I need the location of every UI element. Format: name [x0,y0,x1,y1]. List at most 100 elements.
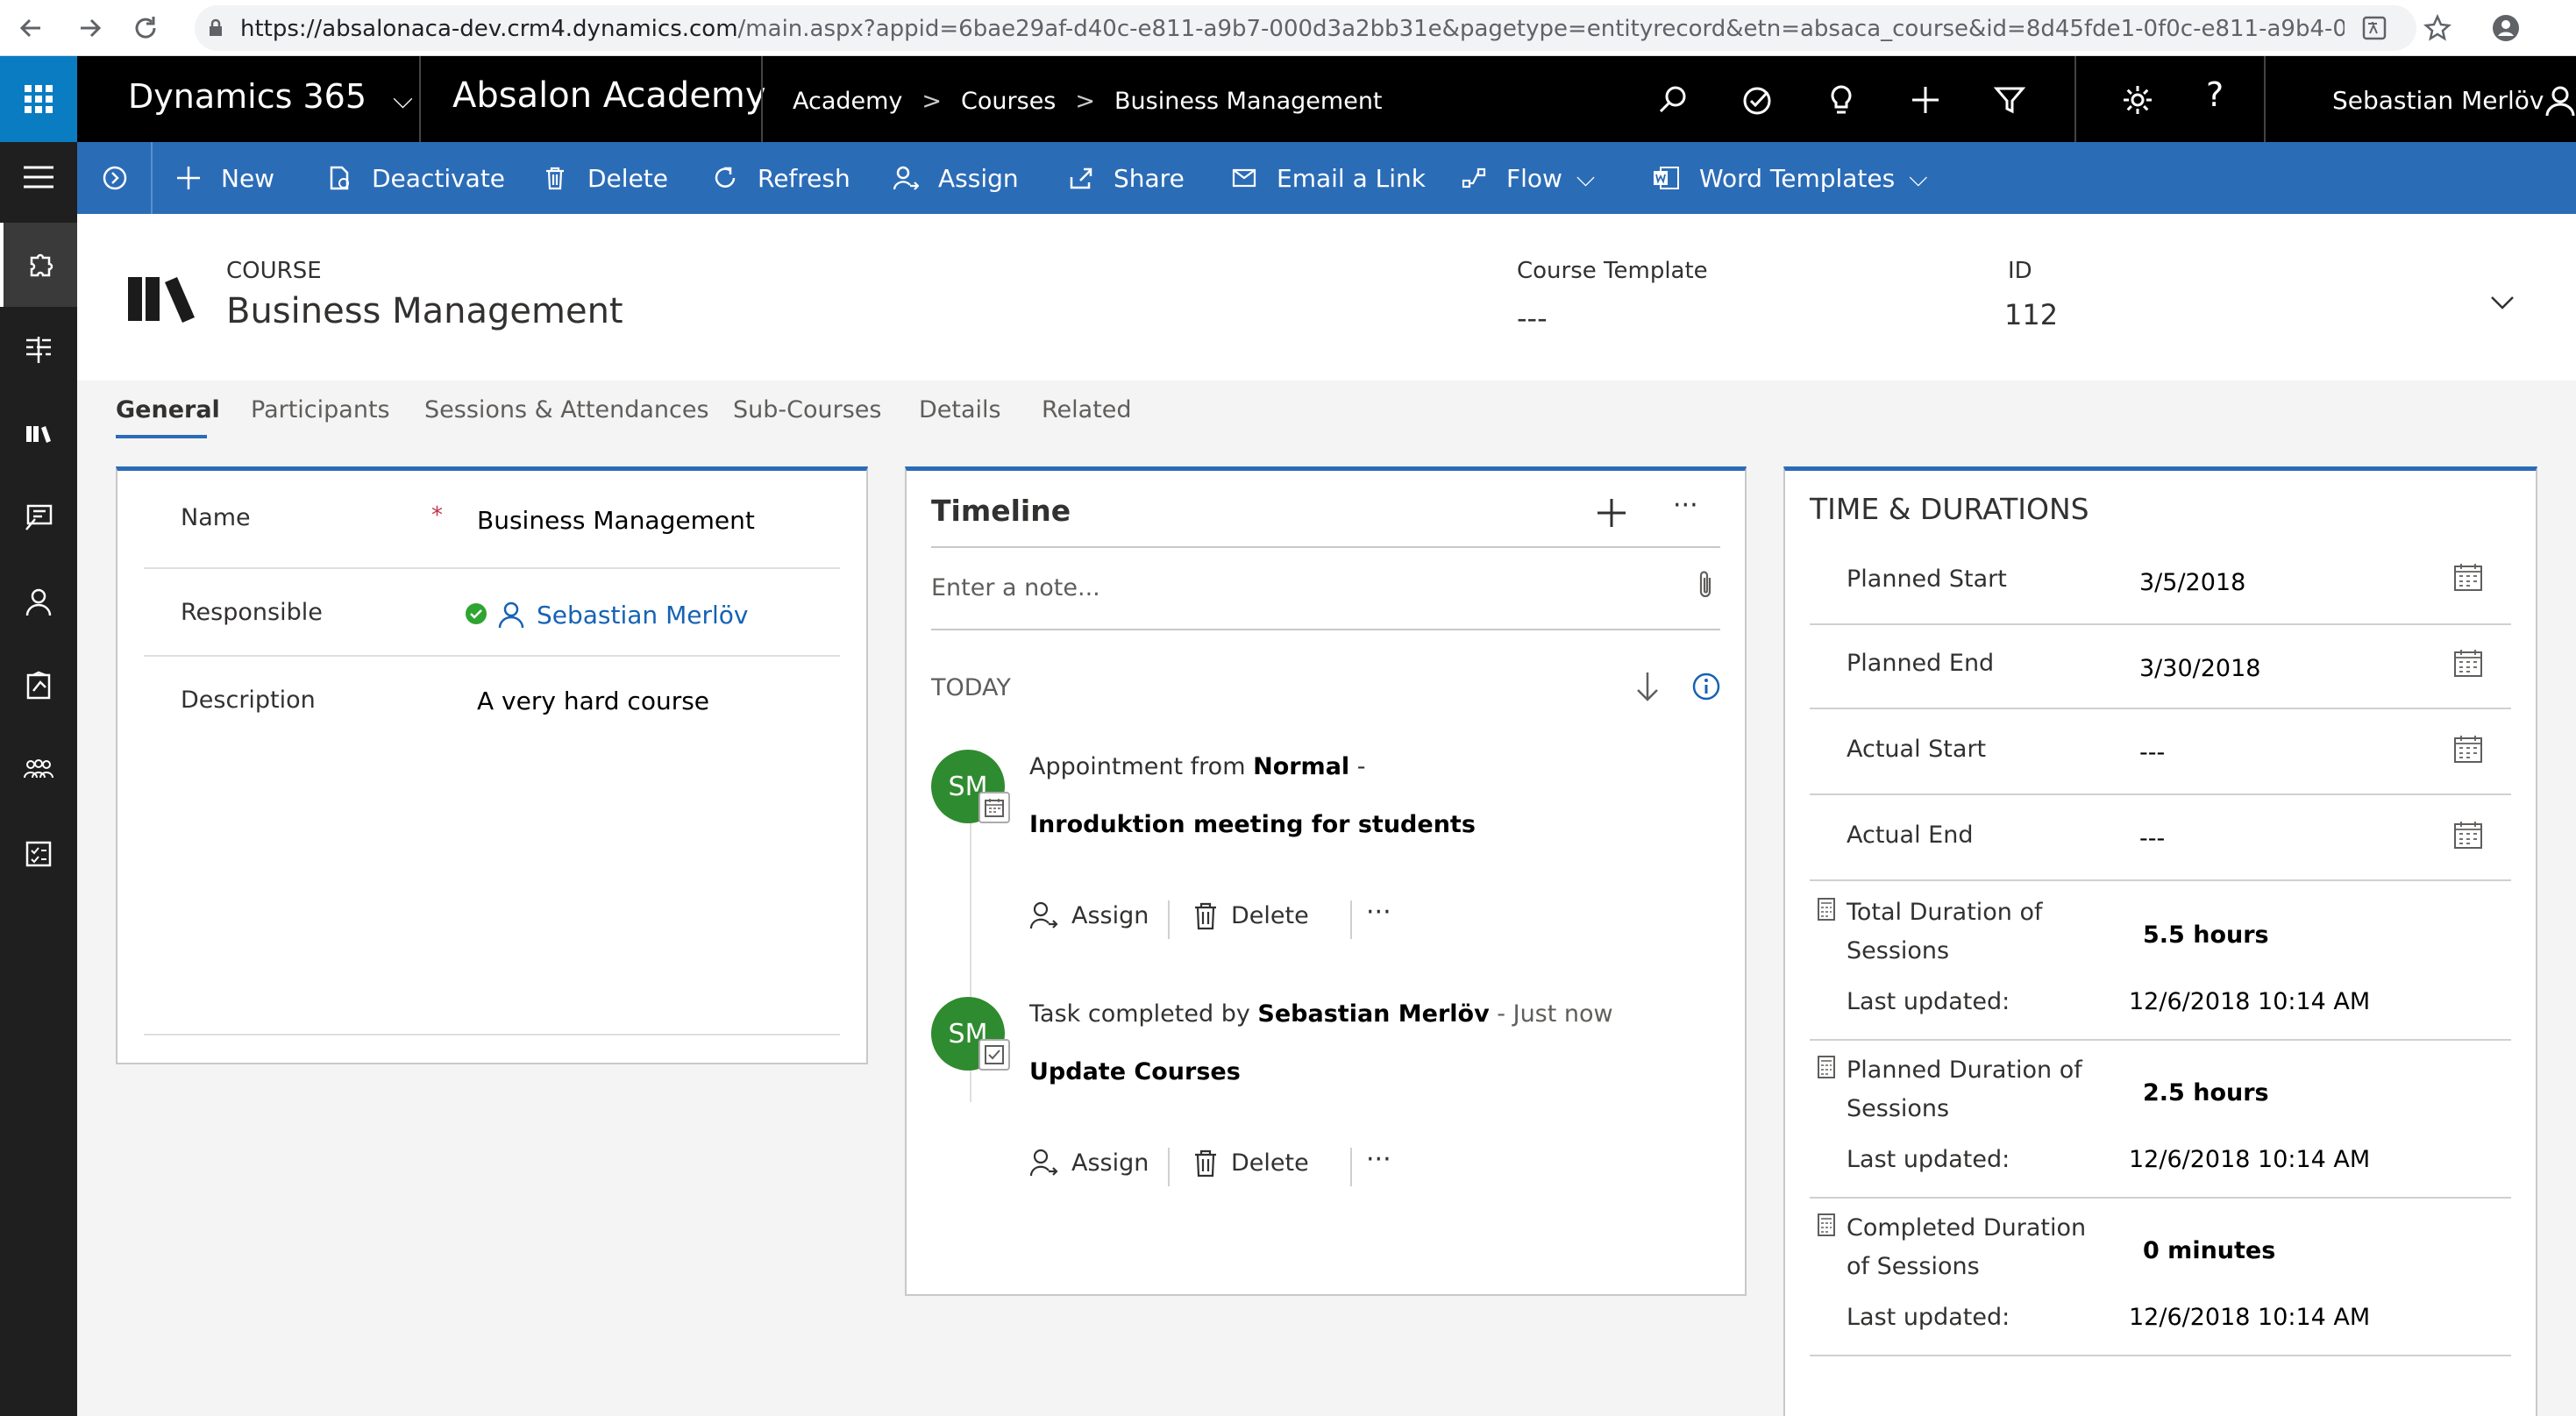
name-label: Name [181,504,251,531]
divider [1810,1355,2511,1356]
new-button[interactable]: New [175,142,274,214]
share-icon [1070,167,1092,189]
id-value: 112 [2004,298,2059,331]
assign-person-icon [893,166,919,190]
flow-button[interactable]: Flow ⌵ [1461,142,1595,214]
search-icon[interactable] [1655,82,1690,117]
star-icon[interactable] [2422,12,2453,44]
app-name[interactable]: Absalon Academy [452,75,766,116]
attachment-paperclip-icon[interactable] [1696,569,1715,601]
trash-icon [1195,902,1216,930]
assign-button[interactable]: Assign [893,142,1019,214]
activity-delete-button[interactable]: Delete [1192,1148,1309,1178]
name-value[interactable]: Business Management [477,506,755,535]
tab-details[interactable]: Details [919,396,1001,423]
reload-icon[interactable] [130,12,161,44]
lock-icon [210,18,222,36]
profile-icon[interactable] [2490,12,2522,44]
back-icon[interactable] [16,12,47,44]
rail-item-groups[interactable] [0,728,77,812]
tab-sessions-attendances[interactable]: Sessions & Attendances [424,396,709,423]
calendar-icon[interactable] [2453,648,2483,678]
planned-end-value[interactable]: 3/30/2018 [2139,655,2260,682]
delete-button[interactable]: Delete [542,142,668,214]
add-activity-plus-icon[interactable] [1596,497,1627,529]
left-rail [0,142,77,1416]
address-bar[interactable]: https://absalonaca-dev.crm4.dynamics.com… [195,5,2416,51]
description-value[interactable]: A very hard course [477,687,709,715]
breadcrumb-academy[interactable]: Academy [793,88,902,115]
deactivate-button[interactable]: Deactivate [326,142,505,214]
activity-more-button[interactable]: ··· [1348,1144,1391,1175]
note-input[interactable]: Enter a note... [931,574,1100,601]
app-navbar: Dynamics 365 ⌵ Absalon Academy Academy >… [0,56,2576,142]
lightbulb-icon[interactable] [1824,82,1859,117]
tab-general[interactable]: General [116,396,220,423]
forward-icon[interactable] [74,12,105,44]
calendar-icon[interactable] [2453,734,2483,764]
dynamics-brand[interactable]: Dynamics 365 ⌵ [128,77,413,116]
rail-item-courses[interactable] [0,391,77,475]
actual-start-value[interactable]: --- [2139,739,2165,766]
word-templates-button[interactable]: Word Templates ⌵ [1652,142,1927,214]
responsible-user-link[interactable]: Sebastian Merlöv [537,601,748,630]
calendar-icon[interactable] [2453,562,2483,592]
app-launcher-button[interactable] [0,56,77,142]
rail-item-documents[interactable] [0,644,77,728]
tab-sub-courses[interactable]: Sub-Courses [733,396,881,423]
course-template-value[interactable]: --- [1517,302,1548,335]
rail-item-contacts[interactable] [0,559,77,644]
rail-hamburger[interactable] [0,142,77,212]
expand-command-button[interactable] [102,142,147,214]
activity-subject[interactable]: Inroduktion meeting for students [1029,811,1476,838]
plus-icon[interactable] [1908,82,1943,117]
translate-icon[interactable] [2359,12,2390,44]
divider [1168,900,1170,939]
general-section: Name * Business Management Responsible S… [116,466,868,1064]
activity-more-button[interactable]: ··· [1348,897,1391,928]
settings-gear-icon[interactable] [2120,82,2155,117]
sort-down-arrow-icon[interactable] [1634,671,1661,702]
help-icon[interactable]: ? [2206,75,2241,114]
active-tab-indicator [116,435,207,438]
tab-participants[interactable]: Participants [251,396,390,423]
activity-delete-button[interactable]: Delete [1192,900,1309,930]
rail-item-sessions[interactable] [0,307,77,391]
email-link-button[interactable]: Email a Link [1231,142,1426,214]
info-icon[interactable] [1692,672,1720,701]
description-label: Description [181,687,316,714]
activity-header: Appointment from Normal - [1029,753,1366,780]
books-icon [26,426,51,443]
divider [151,142,153,214]
rail-item-checklist[interactable] [0,812,77,896]
planned-duration-value: 2.5 hours [2143,1079,2269,1106]
actual-end-value[interactable]: --- [2139,825,2165,852]
planned-end-label: Planned End [1847,650,1995,677]
user-name[interactable]: Sebastian Merlöv [2332,86,2544,115]
breadcrumb-courses[interactable]: Courses [961,88,1056,115]
activity-subject[interactable]: Update Courses [1029,1058,1241,1085]
rail-item-settings[interactable] [0,223,77,307]
planned-start-label: Planned Start [1847,566,2007,593]
activity-assign-button[interactable]: Assign [1029,900,1149,930]
planned-start-value[interactable]: 3/5/2018 [2139,569,2245,596]
user-avatar-icon[interactable] [2543,82,2576,117]
breadcrumb: Academy > Courses > Business Management [793,88,1383,115]
filter-icon[interactable] [1992,82,2027,117]
activity-assign-button[interactable]: Assign [1029,1148,1149,1178]
chevron-right-icon: > [922,88,943,115]
timeline-more-button[interactable]: ··· [1673,490,1698,521]
task-check-icon[interactable] [1740,82,1775,117]
planned-duration-label-line2: Sessions [1847,1095,1950,1122]
divider [1168,1148,1170,1186]
share-button[interactable]: Share [1068,142,1185,214]
header-expand-chevron-icon[interactable] [2490,295,2515,310]
calendar-icon[interactable] [2453,820,2483,850]
divider [1810,793,2511,795]
rail-item-presentations[interactable] [0,475,77,559]
calendar-appointment-icon [978,792,1010,823]
tab-related[interactable]: Related [1042,396,1132,423]
course-template-label: Course Template [1517,258,1708,284]
refresh-button[interactable]: Refresh [712,142,850,214]
total-duration-value: 5.5 hours [2143,921,2269,949]
